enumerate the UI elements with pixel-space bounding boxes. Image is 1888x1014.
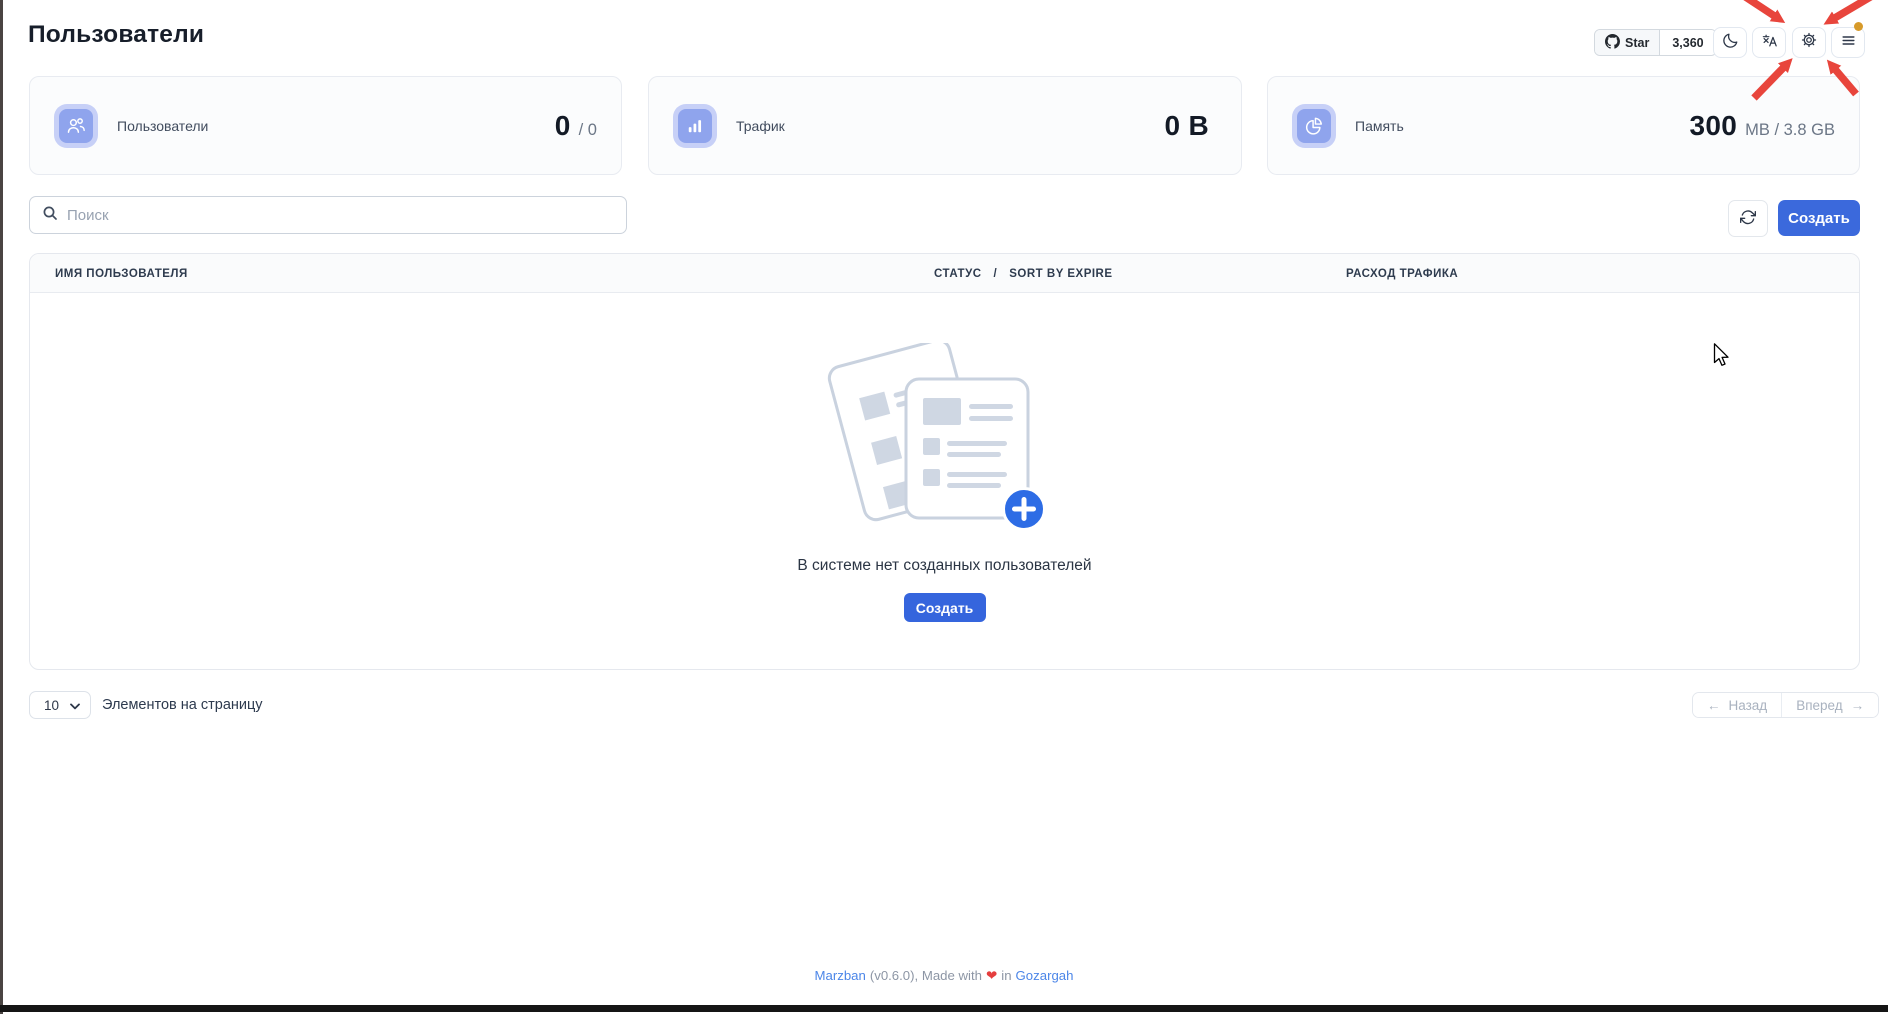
stat-label: Память	[1355, 118, 1404, 134]
gozargah-link[interactable]: Gozargah	[1016, 968, 1074, 983]
column-header-status[interactable]: СТАТУС / SORT BY EXPIRE	[934, 254, 1113, 293]
column-separator: /	[994, 268, 998, 280]
column-header-traffic[interactable]: РАСХОД ТРАФИКА	[1346, 254, 1458, 293]
moon-icon	[1722, 32, 1739, 54]
arrow-left-icon: ←	[1707, 698, 1721, 713]
page-title: Пользователи	[28, 21, 204, 49]
empty-state-message: В системе нет созданных пользователей	[30, 557, 1859, 575]
page-size-value: 10	[44, 698, 59, 713]
refresh-button[interactable]	[1728, 200, 1768, 237]
github-star-count[interactable]: 3,360	[1660, 30, 1715, 55]
pagination-nav: ← Назад Вперед →	[1692, 692, 1879, 718]
github-star-label: Star	[1625, 36, 1649, 50]
annotation-arrow-top-left	[1741, 0, 1776, 17]
annotation-arrow-top-right	[1833, 0, 1872, 19]
github-icon	[1605, 34, 1620, 52]
next-page-button[interactable]: Вперед →	[1782, 693, 1878, 717]
translate-icon	[1761, 32, 1778, 54]
search-icon	[42, 205, 58, 226]
empty-state-illustration	[823, 343, 1067, 553]
stat-suffix: / 0	[579, 121, 597, 140]
gear-icon	[1800, 31, 1818, 54]
stat-card-users: Пользователи 0 / 0	[29, 76, 622, 175]
notification-dot-badge	[1854, 22, 1863, 31]
dark-mode-button[interactable]	[1713, 27, 1747, 58]
column-header-sort-by-expire[interactable]: SORT BY EXPIRE	[1009, 268, 1112, 280]
stat-value: 0	[555, 110, 571, 142]
footer-version-text: (v0.6.0), Made with	[870, 968, 982, 983]
create-user-button[interactable]: Создать	[1778, 200, 1860, 236]
hamburger-menu-icon	[1840, 32, 1857, 54]
column-header-username[interactable]: ИМЯ ПОЛЬЗОВАТЕЛЯ	[55, 254, 188, 293]
table-header-row: ИМЯ ПОЛЬЗОВАТЕЛЯ СТАТУС / SORT BY EXPIRE…	[30, 254, 1859, 293]
window-edge-strip	[0, 0, 3, 1014]
memory-icon	[1297, 109, 1331, 143]
menu-button[interactable]	[1831, 27, 1865, 58]
users-table: ИМЯ ПОЛЬЗОВАТЕЛЯ СТАТУС / SORT BY EXPIRE…	[29, 253, 1860, 670]
per-page-label: Элементов на страницу	[102, 691, 263, 719]
arrow-right-icon: →	[1851, 698, 1865, 713]
footer: Marzban (v0.6.0), Made with ❤ in Gozargah	[0, 968, 1888, 984]
refresh-icon	[1740, 209, 1756, 228]
settings-button[interactable]	[1792, 27, 1826, 58]
page-size-select[interactable]: 10	[29, 691, 91, 719]
plus-circle-icon	[1004, 489, 1045, 530]
window-bottom-bar	[0, 1005, 1888, 1012]
empty-state-create-button[interactable]: Создать	[904, 593, 986, 622]
stat-value: 0 B	[1165, 110, 1209, 142]
language-button[interactable]	[1752, 27, 1786, 58]
prev-page-button[interactable]: ← Назад	[1693, 693, 1782, 717]
stat-card-traffic: Трафик 0 B	[648, 76, 1242, 175]
github-star-button[interactable]: Star	[1595, 30, 1660, 55]
github-star-widget[interactable]: Star 3,360	[1594, 29, 1717, 56]
stat-label: Трафик	[736, 118, 785, 134]
footer-in-word: in	[1001, 968, 1011, 983]
stat-label: Пользователи	[117, 118, 208, 134]
search-input[interactable]	[67, 207, 614, 224]
search-box[interactable]	[29, 196, 627, 234]
stat-value: 300	[1690, 110, 1738, 142]
users-icon	[59, 109, 93, 143]
marzban-link[interactable]: Marzban	[815, 968, 866, 983]
stat-card-memory: Память 300 MB / 3.8 GB	[1267, 76, 1860, 175]
heart-icon: ❤	[986, 968, 997, 983]
stat-suffix: MB / 3.8 GB	[1745, 121, 1835, 140]
chevron-down-icon	[70, 698, 80, 713]
traffic-icon	[678, 109, 712, 143]
